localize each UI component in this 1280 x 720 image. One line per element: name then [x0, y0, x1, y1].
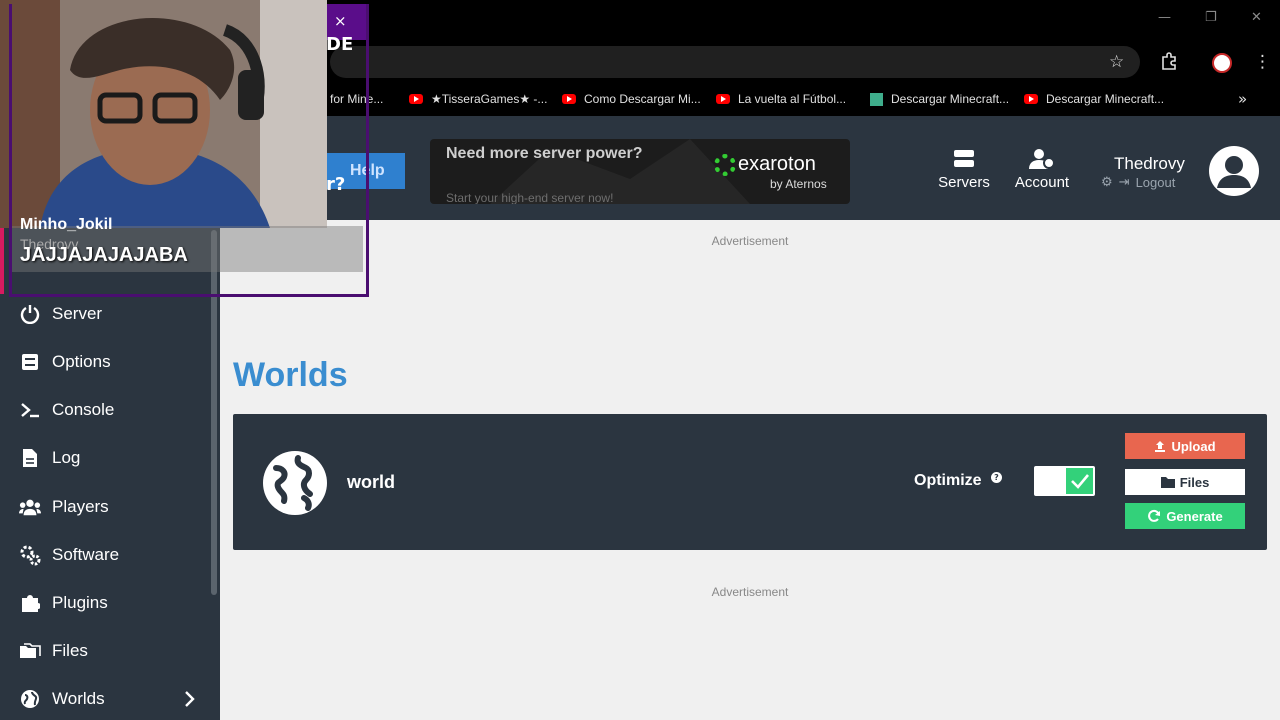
sidebar-item-plugins[interactable]: Plugins [0, 583, 210, 623]
bookmark-item[interactable]: ★TisseraGames★ -... [409, 92, 547, 106]
world-globe-icon [263, 451, 327, 515]
sidebar-item-log[interactable]: Log [0, 438, 210, 478]
youtube-icon [1024, 94, 1038, 104]
exaroton-ad-banner[interactable]: Need more server power? Start your high-… [430, 139, 850, 204]
refresh-icon [1148, 509, 1161, 522]
terminal-icon [19, 399, 41, 421]
youtube-icon [562, 94, 576, 104]
optimize-label: Optimize [914, 472, 982, 489]
cogs-icon [19, 544, 41, 566]
upload-button[interactable]: Upload [1125, 433, 1245, 459]
browser-menu-icon[interactable]: ⋮ [1254, 52, 1271, 72]
exaroton-brand: exaroton [738, 153, 816, 175]
world-panel: world Optimize ? Upload Files Generate [233, 414, 1267, 550]
bookmark-label: Descargar Minecraft... [1046, 92, 1165, 106]
sidebar-item-software[interactable]: Software [0, 535, 210, 575]
optimize-toggle[interactable] [1034, 466, 1095, 496]
advertisement-label: Advertisement [711, 585, 789, 599]
chevron-right-icon [185, 691, 195, 707]
star-icon[interactable]: ☆ [1109, 52, 1124, 72]
exaroton-logo-icon [714, 153, 736, 176]
restore-icon[interactable]: ❐ [1205, 10, 1217, 25]
bookmark-label: Descargar Minecraft... [891, 92, 1010, 106]
overlay-accent-bar [0, 228, 4, 294]
upload-label: Upload [1171, 438, 1216, 454]
toggle-knob [1066, 468, 1093, 494]
folders-icon [19, 640, 41, 662]
bookmark-label: La vuelta al Fútbol... [738, 92, 847, 106]
users-icon [19, 496, 41, 518]
bookmarks-overflow-icon[interactable]: » [1238, 90, 1247, 108]
files-button[interactable]: Files [1125, 469, 1245, 495]
youtube-icon [716, 94, 730, 104]
address-bar[interactable] [330, 46, 1140, 78]
account-icon [1029, 149, 1055, 169]
advertisement-label: Advertisement [711, 234, 789, 248]
logout-icon[interactable]: ⇥ [1119, 174, 1130, 190]
logout-link[interactable]: Logout [1136, 175, 1176, 190]
settings-gear-icon[interactable]: ⚙ [1101, 174, 1113, 190]
sidebar-item-label: Players [52, 497, 109, 516]
bookmark-label: ★TisseraGames★ -... [431, 92, 548, 106]
minecraft-icon [870, 92, 883, 106]
exaroton-by: by Aternos [770, 177, 827, 191]
sidebar-item-server[interactable]: Server [0, 294, 210, 334]
generate-button[interactable]: Generate [1125, 503, 1245, 529]
bookmark-item[interactable]: Descargar Minecraft... [870, 92, 1009, 106]
sidebar-item-label: Plugins [52, 593, 108, 612]
main-content: Advertisement Worlds world Optimize ? Up… [220, 220, 1280, 720]
nav-servers-label: Servers [938, 174, 990, 191]
page-title: Worlds [233, 356, 348, 394]
sidebar-item-label: Server [52, 304, 103, 323]
bookmark-label: Como Descargar Mi... [584, 92, 701, 106]
minimize-icon[interactable]: — [1158, 10, 1171, 25]
webcam-frame-border [9, 4, 369, 297]
sidebar-item-players[interactable]: Players [0, 487, 210, 527]
sidebar-item-label: Files [52, 641, 88, 660]
bookmark-item[interactable]: La vuelta al Fútbol... [716, 92, 846, 106]
sidebar-item-label: Options [52, 352, 111, 371]
logout-row: ⚙ ⇥ Logout [1101, 174, 1175, 190]
youtube-icon [409, 94, 423, 104]
servers-icon [954, 150, 974, 167]
sliders-icon [19, 351, 41, 373]
sidebar-item-options[interactable]: Options [0, 342, 210, 382]
sidebar-item-label: Worlds [52, 689, 105, 708]
upload-icon [1155, 441, 1166, 452]
nav-servers[interactable]: Servers [929, 148, 999, 191]
sidebar-item-worlds[interactable]: Worlds [0, 679, 210, 719]
sidebar-item-label: Log [52, 448, 81, 467]
power-icon [19, 303, 41, 325]
user-avatar[interactable] [1209, 146, 1259, 196]
sidebar-item-label: Console [52, 400, 115, 419]
close-window-icon[interactable]: ✕ [1251, 10, 1262, 25]
bookmark-item[interactable]: Descargar Minecraft... [1024, 92, 1164, 106]
checkmark-icon [1070, 474, 1089, 489]
generate-label: Generate [1166, 508, 1223, 524]
sidebar-item-label: Software [52, 545, 120, 564]
nav-account[interactable]: Account [1007, 148, 1077, 191]
bookmark-item[interactable]: Como Descargar Mi... [562, 92, 701, 106]
profile-avatar-icon[interactable] [1212, 53, 1232, 73]
globe-icon [19, 688, 41, 710]
file-icon [19, 447, 41, 469]
nav-account-label: Account [1014, 174, 1070, 191]
puzzle-icon [19, 592, 41, 614]
world-name[interactable]: world [347, 472, 395, 493]
ad-subline: Start your high-end server now! [446, 191, 614, 204]
user-avatar-icon [1217, 156, 1251, 188]
exaroton-logo: exaroton [714, 153, 816, 176]
sidebar-item-console[interactable]: Console [0, 390, 210, 430]
sidebar-item-files[interactable]: Files [0, 631, 210, 671]
files-label: Files [1179, 474, 1210, 490]
extensions-icon[interactable] [1160, 52, 1178, 75]
info-icon[interactable]: ? [991, 472, 1002, 483]
ad-headline: Need more server power? [446, 145, 643, 162]
folder-icon [1160, 477, 1175, 488]
username[interactable]: Thedrovy [1114, 154, 1185, 174]
